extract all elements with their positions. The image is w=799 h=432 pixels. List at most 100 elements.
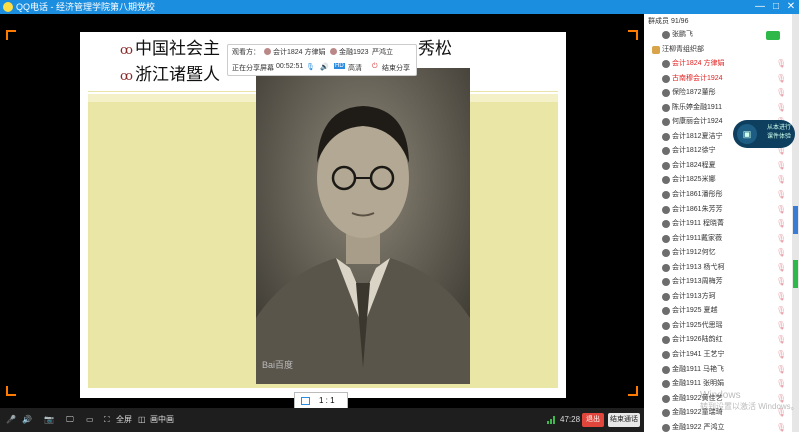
frame-corner-top-right bbox=[628, 30, 638, 40]
slide-text-line-2-content: 浙江诸暨人 bbox=[135, 65, 220, 85]
whiteboard-icon[interactable]: ▭ bbox=[86, 413, 94, 427]
member-row[interactable]: 金融1911 马艳飞 🎙 bbox=[644, 363, 792, 378]
member-row[interactable]: 汪柳青组织部 bbox=[644, 43, 792, 58]
screen-share-icon[interactable]: 🖵 bbox=[66, 413, 74, 427]
monitor-icon bbox=[301, 397, 310, 405]
minimize-button[interactable]: — bbox=[753, 1, 767, 13]
member-name: 会计1824 方律娟 bbox=[672, 60, 725, 68]
member-row[interactable]: 会计1861潘彤彤 🎙 bbox=[644, 188, 792, 203]
member-avatar bbox=[662, 365, 670, 374]
member-row[interactable]: 会计1825米娜 🎙 bbox=[644, 173, 792, 188]
member-row[interactable]: 会计1911戴家薇 🎙 bbox=[644, 232, 792, 247]
viewer-avatar bbox=[330, 48, 337, 55]
member-row[interactable]: 会计1913方珂 🎙 bbox=[644, 290, 792, 305]
maximize-button[interactable]: □ bbox=[769, 1, 783, 13]
member-avatar bbox=[662, 249, 670, 258]
frame-corner-bottom-right bbox=[628, 386, 638, 396]
mic-muted-icon: 🎙 bbox=[776, 277, 787, 287]
close-button[interactable]: ✕ bbox=[784, 1, 798, 13]
member-avatar bbox=[662, 307, 670, 316]
courseware-tip-text: 从本进行 课件体验 bbox=[767, 124, 791, 142]
member-row[interactable]: 会计1926陆韵红 🎙 bbox=[644, 333, 792, 348]
microphone-icon[interactable]: 🎙 bbox=[306, 63, 315, 71]
member-row[interactable]: 陈乐婷金融1911 🎙 bbox=[644, 101, 792, 116]
mic-muted-icon: 🎙 bbox=[776, 233, 787, 243]
hd-badge-icon: HD bbox=[334, 63, 345, 69]
mic-muted-icon: 🎙 bbox=[776, 335, 787, 345]
signal-strength-icon bbox=[547, 416, 557, 424]
clarity-button[interactable]: 高清 bbox=[348, 63, 362, 73]
member-avatar bbox=[662, 60, 670, 69]
member-name: 会计1925 夏越 bbox=[672, 307, 718, 315]
portrait-illustration bbox=[256, 68, 470, 384]
member-row[interactable]: 张鹏飞 bbox=[644, 28, 792, 43]
member-row[interactable]: 会计1912何忆 🎙 bbox=[644, 246, 792, 261]
windows-watermark-line-1: Windows bbox=[700, 390, 741, 401]
courseware-float-button[interactable]: ▣ 从本进行 课件体验 bbox=[733, 120, 795, 148]
member-row[interactable]: 会计1824程夏 🎙 bbox=[644, 159, 792, 174]
member-row[interactable]: 会计1911 程晓菁 🎙 bbox=[644, 217, 792, 232]
share-status-text: 正在分享屏幕 bbox=[232, 65, 274, 72]
member-avatar bbox=[662, 423, 670, 432]
member-row[interactable]: 会计1861朱芳芳 🎙 bbox=[644, 203, 792, 218]
viewer-chip-2-extra: 严鸿立 bbox=[372, 49, 393, 56]
member-row[interactable]: 保险1872董彤 🎙 bbox=[644, 86, 792, 101]
share-status-row: 正在分享屏幕 00:52:51 🎙 🔊 HD 高清 ⏻ 结束分享 bbox=[232, 63, 410, 77]
screen-share-panel: 观看方： 会计1824 方律娟 金融1923 严鸿立 正在分享屏幕 00:52:… bbox=[227, 44, 417, 76]
windows-activation-watermark: Windows 转到设置以激活 Windows。 bbox=[700, 390, 799, 412]
slide-bullet-icon: ꝏ bbox=[120, 69, 133, 84]
exit-button[interactable]: 退出 bbox=[582, 413, 604, 427]
member-row[interactable]: 金融1922 严鸿立 🎙 bbox=[644, 421, 792, 432]
member-row[interactable]: 会计1913 杨弋柯 🎙 bbox=[644, 261, 792, 276]
slide-text-line-1: ꝏ 中国社会主 bbox=[120, 34, 220, 59]
window-title: QQ电话 - 经济管理学院第八期党校 bbox=[16, 2, 155, 12]
member-avatar bbox=[662, 132, 670, 141]
pip-button[interactable]: 画中画 bbox=[150, 413, 174, 427]
pip-icon: ◫ bbox=[138, 415, 146, 424]
member-name: 会计1913周梅芳 bbox=[672, 278, 723, 286]
member-name: 会计1926陆韵红 bbox=[672, 336, 723, 344]
call-timer: 47:28 bbox=[560, 415, 581, 424]
member-avatar bbox=[662, 74, 670, 83]
member-name: 会计1861潘彤彤 bbox=[672, 191, 723, 199]
speaker-icon[interactable]: 🔊 bbox=[22, 413, 32, 427]
member-list-panel: 群成员 91/96 张鹏飞 汪柳青组织部 会计1824 方律娟 🎙 古南穆会计1924 🎙… bbox=[644, 14, 792, 432]
member-avatar bbox=[662, 263, 670, 272]
mic-muted-icon: 🎙 bbox=[776, 291, 787, 301]
member-name: 会计1825米娜 bbox=[672, 176, 716, 184]
viewer-chip-2[interactable]: 金融1923 bbox=[330, 47, 369, 57]
member-avatar bbox=[662, 220, 670, 229]
qq-call-icon bbox=[3, 2, 13, 12]
member-name: 会计1913 杨弋柯 bbox=[672, 263, 725, 271]
member-row[interactable]: 会计1913周梅芳 🎙 bbox=[644, 275, 792, 290]
camera-off-icon[interactable]: 📷 bbox=[44, 413, 54, 427]
member-avatar bbox=[662, 103, 670, 112]
member-name: 会计1911 程晓菁 bbox=[672, 220, 724, 228]
fullscreen-button[interactable]: 全屏 bbox=[116, 413, 132, 427]
member-avatar bbox=[662, 380, 670, 389]
member-avatar bbox=[662, 234, 670, 243]
viewer-chip-1[interactable]: 会计1824 方律娟 bbox=[264, 47, 326, 57]
mic-muted-icon[interactable]: 🎤 bbox=[6, 413, 16, 427]
end-call-button[interactable]: 结束通话 bbox=[608, 413, 640, 427]
shared-screen-area: ꝏ 中国社会主 秀松 ꝏ 浙江诸暨人 Bai百度 观看方： 会计1824 方律娟… bbox=[0, 14, 644, 410]
member-row[interactable]: 会计1925 夏越 🎙 bbox=[644, 304, 792, 319]
mic-muted-icon: 🎙 bbox=[776, 88, 787, 98]
member-avatar bbox=[662, 176, 670, 185]
member-row[interactable]: 会计1941 王艺宁 🎙 bbox=[644, 348, 792, 363]
member-avatar bbox=[662, 351, 670, 360]
member-avatar bbox=[662, 161, 670, 170]
member-avatar bbox=[662, 205, 670, 214]
member-row[interactable]: 古南穆会计1924 🎙 bbox=[644, 72, 792, 87]
title-bar: QQ电话 - 经济管理学院第八期党校 — □ ✕ bbox=[0, 0, 799, 14]
scroll-indicator[interactable] bbox=[793, 206, 798, 234]
stop-share-button[interactable]: 结束分享 bbox=[382, 63, 410, 73]
right-edge-strip bbox=[792, 14, 799, 432]
member-name: 会计1925代思瑶 bbox=[672, 321, 723, 329]
member-row[interactable]: 会计1925代思瑶 🎙 bbox=[644, 319, 792, 334]
speaker-icon[interactable]: 🔊 bbox=[320, 63, 329, 71]
scroll-indicator[interactable] bbox=[793, 260, 798, 288]
member-name: 会计1824程夏 bbox=[672, 161, 716, 169]
courseware-tip-line-1: 从本进行 bbox=[767, 125, 792, 131]
member-row[interactable]: 会计1824 方律娟 🎙 bbox=[644, 57, 792, 72]
